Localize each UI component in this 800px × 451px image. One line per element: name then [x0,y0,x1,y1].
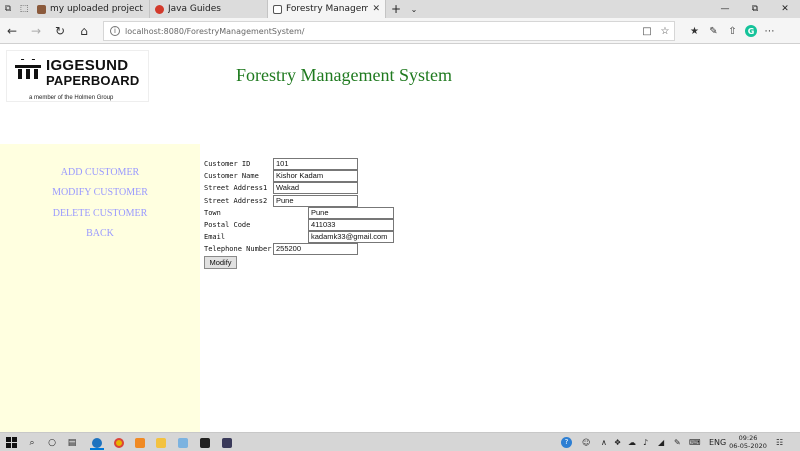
postal-code-field[interactable]: 411033 [308,218,394,231]
clock-date: 06-05-2020 [729,442,767,450]
web-page: IGGESUND PAPERBOARD a member of the Holm… [0,45,800,432]
app-window-icon[interactable] [218,435,236,450]
network-icon[interactable]: ◢ [658,435,664,450]
tab-forestry-management[interactable]: Forestry Management S ✕ [268,0,386,18]
menu-modify-customer[interactable]: MODIFY CUSTOMER [0,187,200,198]
tabs-aside-icon[interactable]: ⬚ [16,0,32,18]
menu-back[interactable]: BACK [0,228,200,239]
customer-name-field[interactable]: Kishor Kadam [273,170,358,183]
address-bar[interactable]: i localhost:8080/ForestryManagementSyste… [103,21,675,41]
page-title: Forestry Management System [236,65,452,85]
home-icon[interactable]: ⌂ [72,19,96,43]
pen-icon[interactable]: ✎ [704,21,723,41]
command-prompt-icon[interactable] [196,435,214,450]
customer-id-label: Customer ID [204,160,251,168]
file-explorer-icon[interactable] [152,435,170,450]
url-text[interactable]: localhost:8080/ForestryManagementSystem/ [125,27,638,36]
browser-toolbar: ← → ↻ ⌂ i localhost:8080/ForestryManagem… [0,18,800,44]
help-tray-icon[interactable]: ? [561,435,572,450]
back-arrow-icon[interactable]: ← [0,19,24,43]
keyboard-icon[interactable]: ⌨ [689,435,701,450]
search-icon[interactable]: ⌕ [24,435,40,450]
show-hidden-icons-chevron-icon[interactable]: ∧ [601,435,607,450]
notepad-app-icon[interactable] [174,435,192,450]
telephone-number-label: Telephone Number [204,245,272,254]
company-logo: IGGESUND PAPERBOARD a member of the Holm… [6,50,149,102]
project-list-favicon-icon [37,4,46,14]
menu-delete-customer[interactable]: DELETE CUSTOMER [0,208,200,219]
tab-java-guides[interactable]: Java Guides [150,0,268,18]
clock-time: 09:26 [738,434,758,442]
onedrive-icon[interactable]: ☁ [628,435,636,450]
volume-icon[interactable]: ♪ [643,435,648,450]
town-label: Town [204,208,221,217]
street-address2-label: Street Address2 [204,196,268,205]
postal-code-label: Postal Code [204,220,251,229]
tab-label: my uploaded project list.do [50,4,144,14]
language-indicator[interactable]: ENG [709,435,726,450]
customer-name-label: Customer Name [204,172,259,181]
cortana-icon[interactable]: ○ [44,435,60,450]
edge-app-icon[interactable] [88,435,106,450]
tab-actions-icon[interactable]: ⧉ [0,0,16,18]
task-view-icon[interactable]: ▤ [64,435,80,450]
more-icon[interactable]: ⋯ [760,21,779,41]
new-tab-icon[interactable]: + [386,0,406,18]
logo-line-2: PAPERBOARD [46,73,140,88]
share-icon[interactable]: ⇧ [723,21,742,41]
chrome-app-icon[interactable] [110,435,128,450]
clock[interactable]: 09:26 06-05-2020 [728,434,768,450]
forward-arrow-icon[interactable]: → [24,19,48,43]
email-field[interactable]: kadamk33@gmail.com [308,231,394,244]
email-label: Email [204,233,226,242]
people-icon[interactable]: ☺ [582,435,590,450]
tab-project-list[interactable]: my uploaded project list.do [32,0,150,18]
favorite-star-icon[interactable]: ☆ [656,26,674,37]
window-controls: — ⧉ ✕ [710,0,800,18]
town-field[interactable]: Pune [308,206,394,219]
telephone-number-field[interactable]: 255200 [273,243,358,256]
street-address1-field[interactable]: Wakad [273,182,358,195]
tab-preview-chevron-icon[interactable]: ⌄ [406,0,422,18]
browser-tools: ★ ✎ ⇧ G ⋯ [685,21,779,41]
tab-close-icon[interactable]: ✕ [372,4,380,14]
tab-label: Forestry Management S [286,4,368,14]
street-address2-field[interactable]: Pune [273,194,358,207]
grammarly-icon[interactable]: G [745,25,757,37]
window-close-icon[interactable]: ✕ [770,0,800,18]
modify-button[interactable]: Modify [204,255,237,269]
notifications-icon[interactable]: ☷ [776,435,783,450]
browser-tab-strip: ⧉ ⬚ my uploaded project list.do Java Gui… [0,0,800,18]
reading-view-icon[interactable]: □ [638,26,656,37]
tab-label: Java Guides [168,4,221,14]
street-address1-label: Street Address1 [204,184,268,193]
minimize-icon[interactable]: — [710,0,740,18]
site-info-icon[interactable]: i [110,26,120,36]
logo-mark-icon [15,59,41,79]
java-guides-favicon-icon [155,4,164,14]
orange-app-icon[interactable] [131,435,149,450]
windows-taskbar: ⌕ ○ ▤ ? ☺ ∧ ❖ ☁ ♪ ◢ ✎ ⌨ ENG 09:26 06-05-… [0,432,800,451]
refresh-icon[interactable]: ↻ [48,19,72,43]
logo-line-1: IGGESUND [46,57,129,74]
favorites-hub-icon[interactable]: ★ [685,21,704,41]
page-favicon-icon [273,4,282,14]
dropbox-icon[interactable]: ❖ [614,435,621,450]
restore-icon[interactable]: ⧉ [740,0,770,18]
customer-id-field[interactable]: 101 [273,158,358,170]
menu-add-customer[interactable]: ADD CUSTOMER [0,167,200,178]
sidebar: ADD CUSTOMER MODIFY CUSTOMER DELETE CUST… [0,144,200,432]
pen-workspace-icon[interactable]: ✎ [674,435,681,450]
logo-tagline: a member of the Holmen Group [29,95,114,101]
windows-start-icon[interactable] [3,435,19,450]
